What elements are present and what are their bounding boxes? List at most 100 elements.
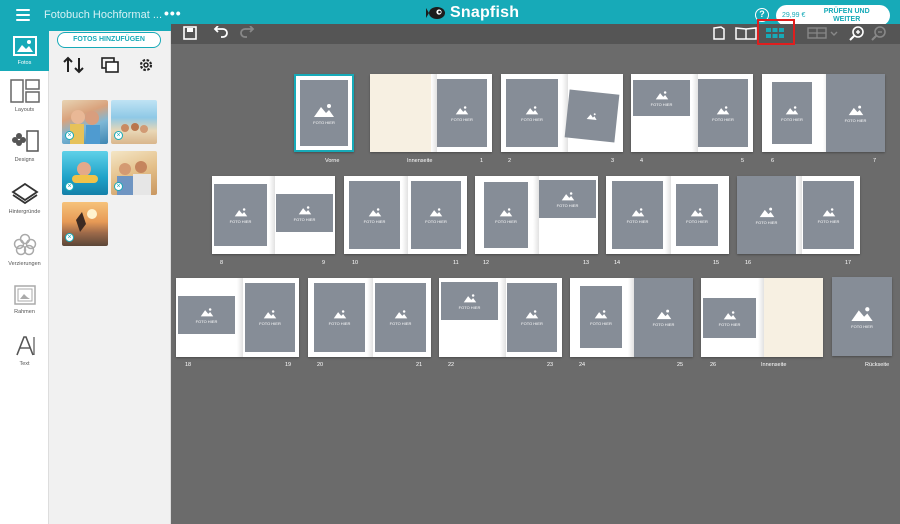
spread-back-cover[interactable]: FOTO HIER: [832, 277, 892, 356]
save-icon[interactable]: [183, 26, 197, 40]
photo-placeholder[interactable]: FOTO HIER: [214, 184, 267, 246]
photo-placeholder[interactable]: FOTO HIER: [441, 282, 498, 320]
image-placeholder-icon: [499, 207, 513, 216]
menu-icon[interactable]: [16, 9, 30, 21]
rail-item-embellishments[interactable]: Verzierungen: [0, 233, 49, 267]
brand-logo: Snapfish: [426, 4, 519, 22]
photo-placeholder[interactable]: FOTO HIER: [676, 184, 718, 246]
remove-photo-icon[interactable]: ×: [65, 233, 74, 242]
photo-placeholder[interactable]: FOTO HIER: [178, 296, 235, 334]
image-placeholder-icon: [455, 105, 469, 114]
photo-placeholder[interactable]: FOTO HIER: [276, 194, 333, 232]
rail-item-frames[interactable]: Rahmen: [0, 285, 49, 315]
photo-thumbnail[interactable]: ×: [111, 100, 157, 144]
image-placeholder-icon: [525, 310, 539, 319]
rail-label-embellishments: Verzierungen: [8, 261, 41, 267]
zoom-out-icon[interactable]: [871, 26, 887, 42]
spread-16-17[interactable]: FOTO HIER FOTO HIER: [737, 176, 860, 254]
photo-placeholder[interactable]: FOTO HIER: [634, 278, 693, 357]
spread-10-11[interactable]: FOTO HIER FOTO HIER: [344, 176, 467, 254]
rail-item-text[interactable]: Text: [0, 335, 49, 367]
photo-thumbnail[interactable]: ×: [62, 151, 108, 195]
photo-thumbnail[interactable]: ×: [62, 202, 108, 246]
photo-placeholder[interactable]: FOTO HIER: [245, 283, 295, 352]
photo-placeholder[interactable]: FOTO HIER: [698, 79, 748, 147]
placeholder-label: FOTO HIER: [851, 323, 873, 329]
photo-placeholder[interactable]: FOTO HIER: [411, 181, 461, 249]
spread-view-icon[interactable]: [735, 26, 757, 40]
page-number: 14: [614, 260, 621, 266]
placeholder-label: FOTO HIER: [781, 116, 803, 122]
remove-photo-icon[interactable]: ×: [114, 131, 123, 140]
remove-photo-icon[interactable]: ×: [114, 182, 123, 191]
add-photos-button[interactable]: FOTOS HINZUFÜGEN: [57, 32, 161, 48]
photo-placeholder[interactable]: FOTO HIER: [803, 181, 854, 249]
photo-placeholder[interactable]: FOTO HIER: [633, 80, 690, 116]
photo-placeholder[interactable]: FOTO HIER: [484, 182, 528, 248]
photo-placeholder[interactable]: FOTO HIER: [772, 82, 812, 144]
undo-icon[interactable]: [211, 26, 229, 40]
inside-back-page[interactable]: [764, 278, 823, 357]
photo-placeholder[interactable]: FOTO HIER: [437, 79, 487, 147]
photo-placeholder[interactable]: FOTO HIER: [507, 283, 557, 352]
spread-22-23[interactable]: FOTO HIER FOTO HIER: [439, 278, 562, 357]
autofill-icon[interactable]: [100, 56, 120, 74]
photo-placeholder[interactable]: [564, 89, 620, 143]
spread-14-15[interactable]: FOTO HIER FOTO HIER: [606, 176, 729, 254]
spine: [796, 176, 802, 254]
spread-cover[interactable]: FOTO HIER: [294, 74, 354, 152]
page-number: 3: [611, 158, 615, 164]
page-number: 18: [185, 362, 192, 368]
photo-placeholder[interactable]: FOTO HIER: [506, 79, 558, 147]
image-placeholder-icon: [586, 113, 597, 121]
checkout-button[interactable]: 29,99 € PRÜFEN UND WEITER: [776, 5, 890, 26]
spread-2-3[interactable]: FOTO HIER: [501, 74, 623, 152]
photo-placeholder[interactable]: FOTO HIER: [539, 180, 596, 218]
spread-18-19[interactable]: FOTO HIER FOTO HIER: [176, 278, 299, 357]
spread-26-inside[interactable]: FOTO HIER: [701, 278, 823, 357]
remove-photo-icon[interactable]: ×: [65, 182, 74, 191]
rail-item-backgrounds[interactable]: Hintergründe: [0, 181, 49, 215]
photo-placeholder[interactable]: FOTO HIER: [832, 277, 892, 356]
document-title[interactable]: Fotobuch Hochformat ...: [44, 9, 162, 21]
photo-placeholder[interactable]: FOTO HIER: [375, 283, 426, 352]
photo-placeholder[interactable]: FOTO HIER: [580, 286, 622, 348]
image-placeholder-icon: [759, 207, 774, 217]
remove-photo-icon[interactable]: ×: [65, 131, 74, 140]
page-number: 19: [285, 362, 292, 368]
photo-placeholder[interactable]: FOTO HIER: [314, 283, 365, 352]
placeholder-label: FOTO HIER: [313, 119, 335, 125]
single-page-view-icon[interactable]: [712, 26, 726, 40]
page-label: Rückseite: [865, 362, 890, 368]
photo-placeholder[interactable]: FOTO HIER: [300, 80, 348, 146]
rail-item-photos[interactable]: Fotos: [0, 31, 49, 71]
photo-placeholder[interactable]: FOTO HIER: [737, 176, 796, 254]
photo-placeholder[interactable]: FOTO HIER: [612, 181, 663, 249]
help-icon[interactable]: ?: [755, 8, 769, 22]
placeholder-label: FOTO HIER: [652, 322, 675, 327]
layout-select-icon[interactable]: [807, 26, 839, 40]
spread-8-9[interactable]: FOTO HIER FOTO HIER: [212, 176, 335, 254]
inside-cover-page[interactable]: [370, 74, 431, 152]
spread-20-21[interactable]: FOTO HIER FOTO HIER: [308, 278, 431, 357]
more-options-icon[interactable]: •••: [164, 5, 182, 21]
photo-placeholder[interactable]: FOTO HIER: [826, 74, 885, 152]
placeholder-label: FOTO HIER: [389, 321, 412, 326]
spread-4-5[interactable]: FOTO HIER FOTO HIER: [631, 74, 753, 152]
spread-6-7[interactable]: FOTO HIER FOTO HIER: [762, 74, 885, 152]
settings-icon[interactable]: [137, 56, 155, 74]
photo-thumbnail[interactable]: ×: [111, 151, 157, 195]
spread-inside-1[interactable]: FOTO HIER: [370, 74, 492, 152]
sort-icon[interactable]: [62, 56, 86, 74]
rail-item-layouts[interactable]: Layouts: [0, 79, 49, 113]
redo-icon[interactable]: [239, 26, 257, 40]
spine: [500, 278, 506, 357]
spread-24-25[interactable]: FOTO HIER FOTO HIER: [570, 278, 693, 357]
photo-placeholder[interactable]: FOTO HIER: [349, 181, 400, 249]
photo-thumbnail[interactable]: ×: [62, 100, 108, 144]
spread-12-13[interactable]: FOTO HIER FOTO HIER: [475, 176, 598, 254]
grid-view-icon[interactable]: [765, 26, 785, 40]
zoom-in-icon[interactable]: [849, 26, 865, 42]
rail-item-designs[interactable]: Designs: [0, 129, 49, 163]
photo-placeholder[interactable]: FOTO HIER: [703, 298, 756, 338]
